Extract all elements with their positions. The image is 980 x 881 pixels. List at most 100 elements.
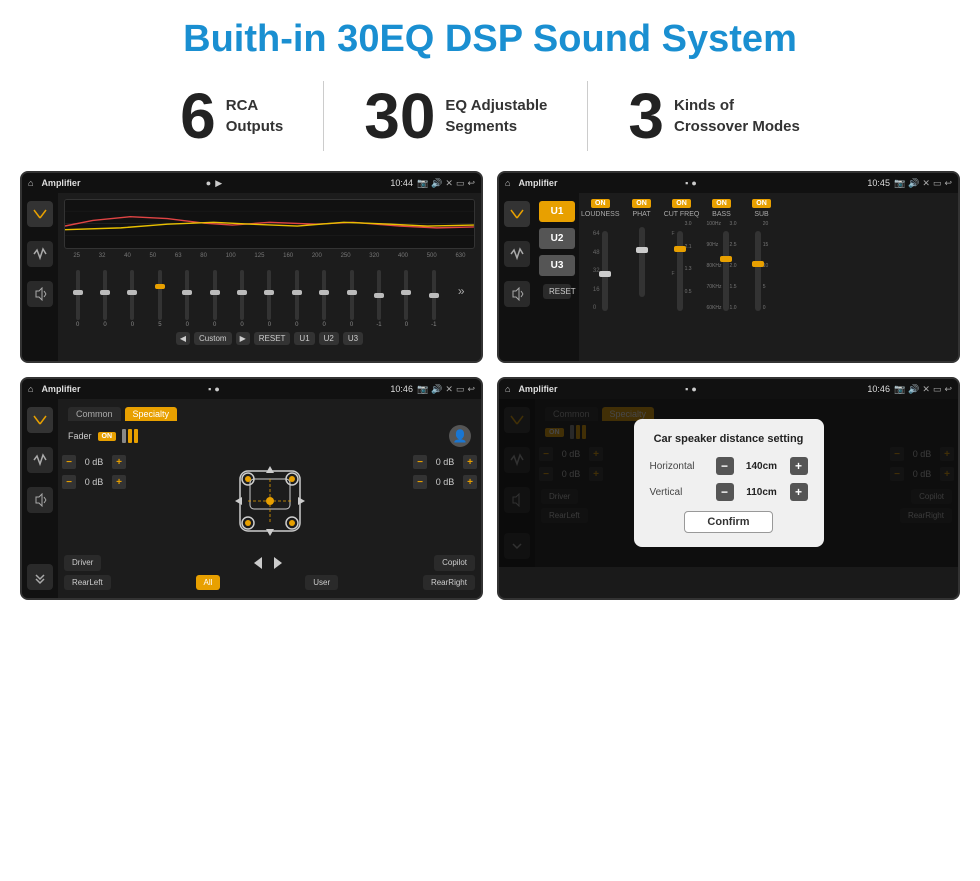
- dialog-vertical-minus[interactable]: −: [716, 483, 734, 501]
- sidebar-speaker-btn[interactable]: [27, 281, 53, 307]
- close-icon-4[interactable]: ✕: [922, 384, 930, 395]
- sidebar-wave-btn[interactable]: [27, 241, 53, 267]
- eq-slider-12[interactable]: -1: [369, 270, 389, 328]
- dialog-horizontal-minus[interactable]: −: [716, 457, 734, 475]
- sub-on-badge[interactable]: ON: [752, 199, 771, 208]
- volume-icon-2[interactable]: 🔊: [908, 178, 919, 189]
- fader-on-badge[interactable]: ON: [98, 432, 117, 441]
- all-button-3[interactable]: All: [196, 575, 221, 590]
- ch-fr-minus[interactable]: −: [413, 455, 427, 469]
- sidebar-wave-btn-3[interactable]: [27, 447, 53, 473]
- dialog-vertical-plus[interactable]: +: [790, 483, 808, 501]
- minimize-icon-3[interactable]: ▭: [456, 384, 465, 395]
- tab-specialty-3[interactable]: Specialty: [125, 407, 178, 421]
- status-right-1: 📷 🔊 ✕ ▭ ↩: [417, 178, 475, 189]
- ch-rr-minus[interactable]: −: [413, 475, 427, 489]
- close-icon-3[interactable]: ✕: [445, 384, 453, 395]
- sidebar-eq-btn-3[interactable]: [27, 407, 53, 433]
- play-icon-1[interactable]: ▶: [215, 178, 222, 189]
- bass-on-badge[interactable]: ON: [712, 199, 731, 208]
- volume-icon-1[interactable]: 🔊: [431, 178, 442, 189]
- eq-slider-9[interactable]: 0: [287, 270, 307, 328]
- eq-slider-1[interactable]: 0: [68, 270, 88, 328]
- arrow-right-icon-3[interactable]: [270, 555, 286, 571]
- sub-track[interactable]: [755, 231, 761, 311]
- person-icon-3[interactable]: 👤: [449, 425, 471, 447]
- eq-slider-nav[interactable]: »: [451, 284, 471, 328]
- eq-slider-6[interactable]: 0: [205, 270, 225, 328]
- user-button-3[interactable]: User: [305, 575, 338, 590]
- home-icon-4[interactable]: ⌂: [505, 384, 510, 394]
- phat-on-badge[interactable]: ON: [632, 199, 651, 208]
- eq-prev-button[interactable]: ◀: [176, 332, 190, 345]
- loudness-track[interactable]: [602, 231, 608, 311]
- back-icon-1[interactable]: ↩: [467, 178, 475, 189]
- back-icon-3[interactable]: ↩: [467, 384, 475, 395]
- rearright-button-3[interactable]: RearRight: [423, 575, 475, 590]
- eq-custom-button[interactable]: Custom: [194, 332, 232, 345]
- home-icon-2[interactable]: ⌂: [505, 178, 510, 188]
- bass-track[interactable]: [723, 231, 729, 311]
- home-icon-3[interactable]: ⌂: [28, 384, 33, 394]
- minimize-icon-2[interactable]: ▭: [933, 178, 942, 189]
- volume-icon-3[interactable]: 🔊: [431, 384, 442, 395]
- eq-slider-14[interactable]: -1: [424, 270, 444, 328]
- close-icon-1[interactable]: ✕: [445, 178, 453, 189]
- eq-slider-7[interactable]: 0: [232, 270, 252, 328]
- camera-icon-4[interactable]: 📷: [894, 384, 905, 395]
- u3-button[interactable]: U3: [539, 255, 575, 276]
- cutfreq-track[interactable]: [677, 231, 683, 311]
- minimize-icon-1[interactable]: ▭: [456, 178, 465, 189]
- back-icon-2[interactable]: ↩: [944, 178, 952, 189]
- eq-slider-2[interactable]: 0: [95, 270, 115, 328]
- ch-rl-minus[interactable]: −: [62, 475, 76, 489]
- ch-rr-plus[interactable]: +: [463, 475, 477, 489]
- close-icon-2[interactable]: ✕: [922, 178, 930, 189]
- sidebar-eq-btn-2[interactable]: [504, 201, 530, 227]
- eq-slider-4[interactable]: 5: [150, 270, 170, 328]
- ch-fl-plus[interactable]: +: [112, 455, 126, 469]
- back-icon-4[interactable]: ↩: [944, 384, 952, 395]
- eq-slider-5[interactable]: 0: [177, 270, 197, 328]
- mixer-reset-button[interactable]: RESET: [543, 284, 571, 299]
- dialog-horizontal-plus[interactable]: +: [790, 457, 808, 475]
- tab-common-3[interactable]: Common: [68, 407, 121, 421]
- ch-rl-plus[interactable]: +: [112, 475, 126, 489]
- camera-icon-2[interactable]: 📷: [894, 178, 905, 189]
- sidebar-speaker-btn-2[interactable]: [504, 281, 530, 307]
- sidebar-eq-btn[interactable]: [27, 201, 53, 227]
- tab-bar-3: Common Specialty: [62, 403, 477, 421]
- confirm-button[interactable]: Confirm: [684, 511, 772, 533]
- volume-icon-4[interactable]: 🔊: [908, 384, 919, 395]
- u2-button[interactable]: U2: [539, 228, 575, 249]
- camera-icon-3[interactable]: 📷: [417, 384, 428, 395]
- home-icon-1[interactable]: ⌂: [28, 178, 33, 188]
- arrow-left-icon-3[interactable]: [250, 555, 266, 571]
- ch-fl-minus[interactable]: −: [62, 455, 76, 469]
- minimize-icon-4[interactable]: ▭: [933, 384, 942, 395]
- cutfreq-on-badge[interactable]: ON: [672, 199, 691, 208]
- freq-label-200: 200: [312, 253, 322, 259]
- sidebar-speaker-btn-3[interactable]: [27, 487, 53, 513]
- eq-u1-button[interactable]: U1: [294, 332, 314, 345]
- eq-u2-button[interactable]: U2: [319, 332, 339, 345]
- sidebar-expand-btn-3[interactable]: [27, 564, 53, 590]
- eq-u3-button[interactable]: U3: [343, 332, 363, 345]
- eq-slider-13[interactable]: 0: [396, 270, 416, 328]
- dialog-vertical-row: Vertical − 110cm +: [650, 483, 808, 501]
- eq-next-button[interactable]: ▶: [236, 332, 250, 345]
- camera-icon-1[interactable]: 📷: [417, 178, 428, 189]
- driver-button-3[interactable]: Driver: [64, 555, 101, 571]
- sidebar-wave-btn-2[interactable]: [504, 241, 530, 267]
- eq-reset-button[interactable]: RESET: [254, 332, 291, 345]
- copilot-button-3[interactable]: Copilot: [434, 555, 475, 571]
- phat-track[interactable]: [639, 227, 645, 297]
- eq-slider-11[interactable]: 0: [342, 270, 362, 328]
- eq-slider-3[interactable]: 0: [122, 270, 142, 328]
- loudness-on-badge[interactable]: ON: [591, 199, 610, 208]
- eq-slider-10[interactable]: 0: [314, 270, 334, 328]
- u1-button[interactable]: U1: [539, 201, 575, 222]
- rearleft-button-3[interactable]: RearLeft: [64, 575, 111, 590]
- ch-fr-plus[interactable]: +: [463, 455, 477, 469]
- eq-slider-8[interactable]: 0: [259, 270, 279, 328]
